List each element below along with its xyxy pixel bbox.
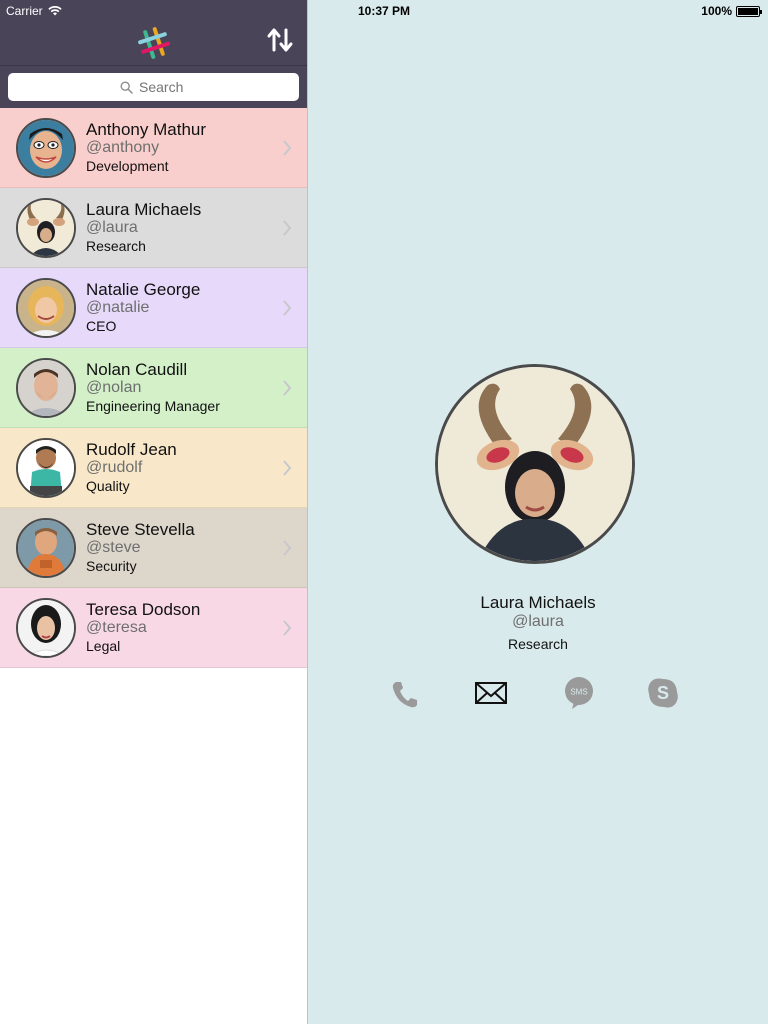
chevron-right-icon bbox=[283, 220, 292, 236]
contact-handle: @natalie bbox=[86, 299, 150, 316]
contact-role: Development bbox=[86, 158, 169, 174]
phone-icon[interactable] bbox=[387, 676, 421, 710]
detail-name: Laura Michaels bbox=[480, 593, 596, 612]
contact-handle: @anthony bbox=[86, 139, 160, 156]
contact-name: Teresa Dodson bbox=[86, 600, 201, 619]
contact-row-nolan[interactable]: Nolan Caudill @nolan Engineering Manager bbox=[0, 348, 307, 428]
contact-name: Anthony Mathur bbox=[86, 120, 207, 139]
detail-role: Research bbox=[508, 636, 568, 652]
skype-label: S bbox=[657, 683, 669, 703]
avatar bbox=[16, 118, 76, 178]
carrier-label: Carrier bbox=[6, 4, 43, 18]
avatar bbox=[16, 198, 76, 258]
sort-arrows-icon[interactable] bbox=[266, 26, 294, 54]
detail-handle: @laura bbox=[512, 613, 564, 630]
contact-row-steve[interactable]: Steve Stevella @steve Security bbox=[0, 508, 307, 588]
contact-name: Steve Stevella bbox=[86, 520, 195, 539]
clock: 10:37 PM bbox=[358, 4, 411, 18]
contact-handle: @steve bbox=[86, 539, 141, 556]
avatar bbox=[16, 438, 76, 498]
contact-role: CEO bbox=[86, 318, 117, 334]
contact-list: Anthony Mathur @anthony Development Laur bbox=[0, 108, 307, 668]
contact-name: Rudolf Jean bbox=[86, 440, 177, 459]
detail-avatar bbox=[435, 364, 635, 564]
avatar bbox=[16, 278, 76, 338]
contact-handle: @nolan bbox=[86, 379, 142, 396]
chevron-right-icon bbox=[283, 140, 292, 156]
chevron-right-icon bbox=[283, 460, 292, 476]
contact-handle: @teresa bbox=[86, 619, 147, 636]
avatar bbox=[16, 598, 76, 658]
search-icon bbox=[120, 80, 133, 94]
chevron-right-icon bbox=[283, 620, 292, 636]
contact-row-teresa[interactable]: Teresa Dodson @teresa Legal bbox=[0, 588, 307, 668]
battery-percent: 100% bbox=[701, 4, 732, 18]
status-bar: Carrier 10:37 PM 100% bbox=[0, 0, 768, 22]
contact-name: Nolan Caudill bbox=[86, 360, 188, 379]
contact-row-rudolf[interactable]: Rudolf Jean @rudolf Quality bbox=[0, 428, 307, 508]
skype-icon[interactable]: S bbox=[646, 676, 680, 710]
contact-name: Laura Michaels bbox=[86, 200, 202, 219]
chevron-right-icon bbox=[283, 540, 292, 556]
chevron-right-icon bbox=[283, 300, 292, 316]
sms-label: SMS bbox=[570, 688, 587, 697]
contact-role: Quality bbox=[86, 478, 130, 494]
sms-icon[interactable]: SMS bbox=[562, 676, 596, 710]
search-bar bbox=[0, 65, 307, 108]
wifi-icon bbox=[47, 6, 62, 16]
contact-name: Natalie George bbox=[86, 280, 201, 299]
search-input[interactable] bbox=[139, 79, 187, 95]
contact-row-anthony[interactable]: Anthony Mathur @anthony Development bbox=[0, 108, 307, 188]
contact-role: Engineering Manager bbox=[86, 398, 220, 414]
search-field[interactable] bbox=[8, 73, 299, 101]
contact-handle: @laura bbox=[86, 219, 138, 236]
avatar bbox=[16, 358, 76, 418]
contact-row-natalie[interactable]: Natalie George @natalie CEO bbox=[0, 268, 307, 348]
slack-logo-icon bbox=[138, 27, 170, 59]
contact-role: Research bbox=[86, 238, 146, 254]
battery-icon bbox=[736, 5, 762, 17]
contact-handle: @rudolf bbox=[86, 459, 143, 476]
avatar bbox=[16, 518, 76, 578]
contact-role: Security bbox=[86, 558, 137, 574]
contacts-sidebar: Anthony Mathur @anthony Development Laur bbox=[0, 0, 308, 1024]
contact-role: Legal bbox=[86, 638, 121, 654]
mail-icon[interactable] bbox=[474, 676, 508, 710]
carrier-indicator: Carrier bbox=[6, 4, 62, 18]
battery-indicator: 100% bbox=[701, 4, 762, 18]
contact-row-laura[interactable]: Laura Michaels @laura Research bbox=[0, 188, 307, 268]
chevron-right-icon bbox=[283, 380, 292, 396]
